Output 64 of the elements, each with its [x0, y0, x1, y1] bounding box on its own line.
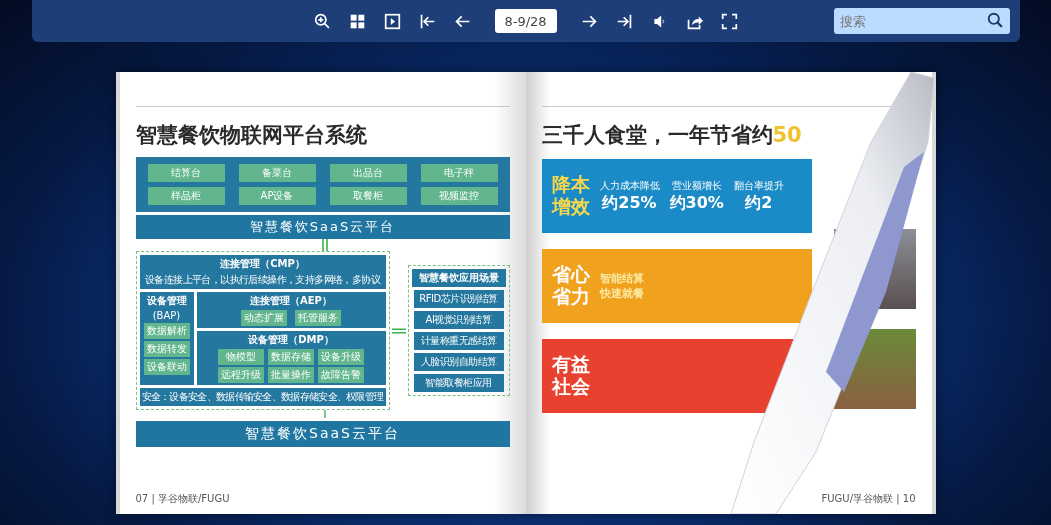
device-tag: 视频监控 [420, 187, 498, 205]
panel-heading: 省心 [551, 264, 590, 286]
first-page-icon[interactable] [418, 12, 436, 30]
stat-label: 翻台率提升 [733, 178, 784, 193]
page-footer: 07 | 孚谷物联/FUGU [135, 492, 510, 506]
panel-heading: 社会 [551, 376, 590, 398]
page-footer: FUGU/孚谷物联 | 10 [541, 492, 916, 506]
connector-line [391, 326, 406, 335]
device-tag: 备菜台 [238, 164, 316, 182]
feature-tag: 数据转发 [143, 341, 190, 357]
feature-tag: 设备联动 [143, 359, 190, 375]
panel-heading: 省力 [551, 286, 590, 308]
block-title: 设备管理（DMP） [248, 333, 334, 347]
feature-tag: 托管服务 [295, 310, 341, 326]
search-icon[interactable] [986, 12, 1004, 29]
page-number-field[interactable]: 8-9/28 [494, 9, 557, 33]
feature-tag: 动态扩展 [241, 310, 287, 326]
play-icon[interactable] [383, 12, 401, 30]
feature-tag: 数据存储 [268, 349, 314, 365]
device-tag: 出品台 [329, 164, 407, 182]
platform-bar: 智慧餐饮SaaS云平台 [135, 215, 510, 239]
stat-label: 人力成本降低 [599, 178, 660, 193]
block-title: 设备管理 [146, 294, 187, 308]
scenario-item: RFID芯片识别结算 [413, 290, 504, 308]
block-title: 连接管理（CMP） [220, 257, 305, 271]
panel-heading: 降本 [551, 174, 590, 196]
panel-text: 快速就餐 [599, 286, 644, 301]
last-page-icon[interactable] [615, 12, 633, 30]
device-tag: 结算台 [147, 164, 225, 182]
scenario-item: 智能取餐柜应用 [413, 374, 504, 392]
block-description: 设备连接上平台，以执行后续操作，支持多网络，多协议 [145, 273, 380, 287]
page-title: 智慧餐饮物联网平台系统 [135, 122, 368, 149]
thumbnails-icon[interactable] [348, 12, 366, 30]
feature-tag: 故障告警 [318, 367, 364, 383]
curled-page[interactable] [730, 72, 934, 514]
stat-value: 约30% [669, 192, 724, 214]
stat-label: 营业额增长 [671, 178, 722, 193]
security-bar: 安全：设备安全、数据传输安全、数据存储安全、权限管理 [139, 388, 386, 406]
block-subtitle: (BAP) [152, 310, 181, 321]
fullscreen-icon[interactable] [720, 12, 738, 30]
device-tag: 取餐柜 [329, 187, 407, 205]
scenario-title: 智慧餐饮应用场景 [411, 269, 506, 287]
panel-heading: 有益 [551, 354, 590, 376]
block-title: 连接管理（AEP） [250, 294, 332, 308]
device-tag: 样品柜 [147, 187, 225, 205]
feature-tag: 数据解析 [143, 323, 190, 339]
scenario-item: 人脸识别自助结算 [413, 353, 504, 371]
stat-value: 约25% [602, 192, 657, 214]
panel-text: 智能结算 [599, 271, 644, 286]
scenario-item: AI视觉识别结算 [413, 311, 504, 329]
device-tag: AP设备 [238, 187, 316, 205]
page-title: 三千人食堂，一年节省约50 [541, 122, 803, 149]
panel-heading: 增效 [551, 196, 590, 218]
feature-tag: 远程升级 [218, 367, 264, 383]
device-tag: 电子秤 [420, 164, 498, 182]
feature-tag: 批量操作 [268, 367, 314, 383]
zoom-in-icon[interactable] [313, 12, 331, 30]
search-field[interactable]: 搜索 [833, 8, 1010, 34]
stat-value: 约2 [745, 192, 773, 214]
connector-line [320, 239, 329, 251]
feature-tag: 设备升级 [318, 349, 364, 365]
feature-tag: 物模型 [218, 349, 264, 365]
platform-bar: 智慧餐饮SaaS云平台 [135, 421, 510, 447]
scenario-item: 计量称重无感结算 [413, 332, 504, 350]
